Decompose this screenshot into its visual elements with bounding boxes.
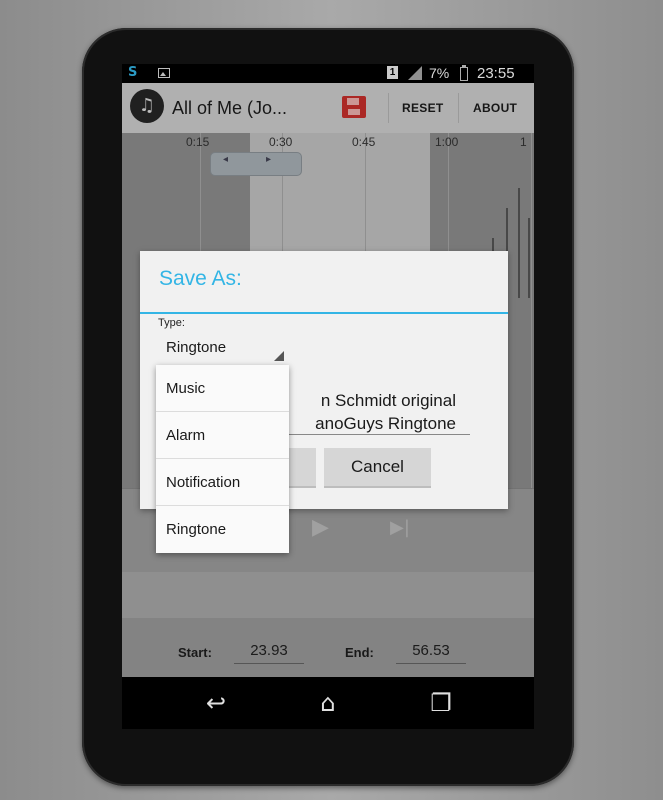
spinner-arrow-icon [274,351,284,361]
recent-apps-icon[interactable]: ❐ [427,690,455,716]
navigation-bar: ↩ ⌂ ❐ [122,677,534,729]
type-spinner-value: Ringtone [166,339,227,356]
dialog-title: Save As: [159,267,242,290]
dropdown-option-music[interactable]: Music [156,365,289,412]
cancel-button[interactable]: Cancel [324,448,431,488]
type-label: Type: [158,317,185,329]
dialog-title-divider [140,312,508,314]
dropdown-option-ringtone[interactable]: Ringtone [156,506,289,553]
dropdown-option-alarm[interactable]: Alarm [156,412,289,459]
type-dropdown-menu: Music Alarm Notification Ringtone [156,365,289,553]
back-icon[interactable]: ↩ [202,690,230,716]
type-spinner[interactable]: Ringtone [158,335,284,363]
dropdown-option-notification[interactable]: Notification [156,459,289,506]
home-icon[interactable]: ⌂ [314,690,342,716]
